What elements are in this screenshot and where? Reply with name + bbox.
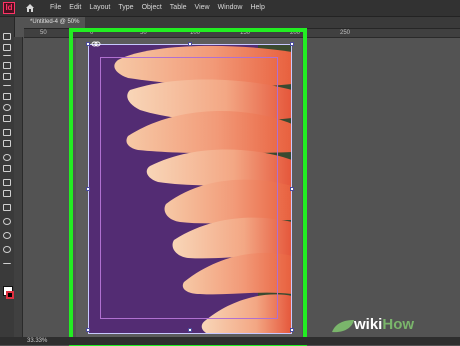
home-icon[interactable] — [25, 3, 35, 13]
gradient-feather-tool-icon[interactable] — [3, 190, 11, 197]
swap-colors-icon[interactable] — [3, 263, 11, 266]
tools-panel — [0, 17, 15, 337]
menu-edit[interactable]: Edit — [65, 0, 85, 16]
highlight-box — [69, 28, 307, 346]
wikihow-watermark: wikiHow — [354, 310, 458, 340]
menu-help[interactable]: Help — [246, 0, 268, 16]
content-collector-icon[interactable] — [3, 73, 11, 80]
type-tool-icon[interactable] — [3, 85, 11, 88]
document-tab[interactable]: *Untitled-4 @ 50% — [24, 17, 86, 28]
menu-layout[interactable]: Layout — [85, 0, 114, 16]
rectangle-tool-icon[interactable] — [3, 140, 11, 147]
wikihow-leaf-icon — [332, 320, 354, 333]
ruler-label: 50 — [40, 30, 47, 36]
menu-file[interactable]: File — [46, 0, 65, 16]
menu-view[interactable]: View — [191, 0, 214, 16]
rectangle-frame-tool-icon[interactable] — [3, 129, 11, 136]
ruler-label: 250 — [340, 30, 351, 36]
pencil-tool-icon[interactable] — [3, 115, 11, 122]
vertical-ruler — [14, 37, 23, 337]
gradient-swatch-tool-icon[interactable] — [3, 179, 11, 186]
watermark-brand: How — [382, 316, 415, 333]
note-tool-icon[interactable] — [3, 204, 11, 211]
free-transform-tool-icon[interactable] — [3, 165, 11, 172]
gap-tool-icon[interactable] — [3, 62, 11, 69]
menu-type[interactable]: Type — [114, 0, 137, 16]
main-menu: File Edit Layout Type Object Table View … — [46, 0, 269, 16]
zoom-level[interactable]: 33.33% — [27, 337, 47, 345]
selection-tool-icon[interactable] — [3, 33, 11, 40]
hand-tool-icon[interactable] — [3, 232, 11, 239]
direct-selection-tool-icon[interactable] — [3, 44, 11, 51]
menu-object[interactable]: Object — [138, 0, 166, 16]
menu-table[interactable]: Table — [166, 0, 191, 16]
zoom-tool-icon[interactable] — [3, 246, 11, 253]
menu-bar: Id File Edit Layout Type Object Table Vi… — [0, 0, 460, 17]
watermark-prefix: wiki — [354, 316, 383, 333]
line-tool-icon[interactable] — [3, 93, 11, 100]
page-tool-icon[interactable] — [3, 55, 11, 58]
eyedropper-tool-icon[interactable] — [3, 218, 11, 225]
scissors-tool-icon[interactable] — [3, 154, 11, 161]
pen-tool-icon[interactable] — [3, 104, 11, 111]
menu-window[interactable]: Window — [214, 0, 247, 16]
stroke-swatch[interactable] — [6, 291, 14, 299]
app-icon: Id — [3, 2, 15, 14]
